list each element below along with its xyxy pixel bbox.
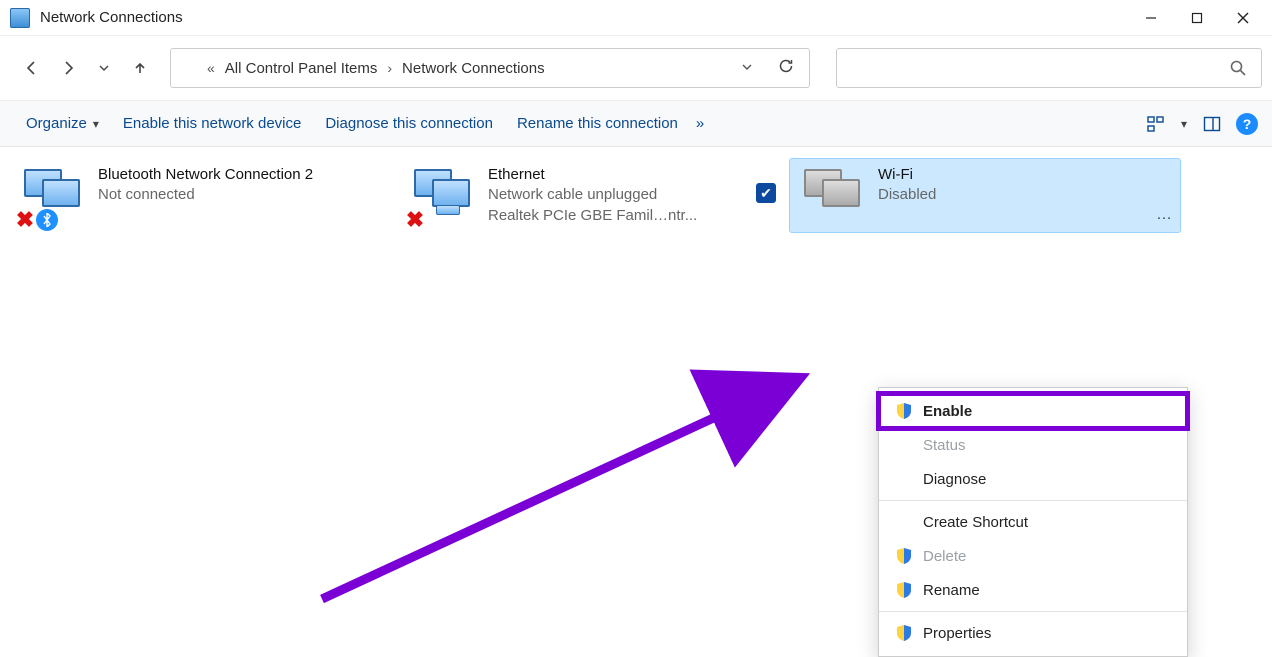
breadcrumb-seg-2[interactable]: Network Connections <box>402 60 545 77</box>
connection-tile-ethernet[interactable]: ✖ Ethernet Network cable unplugged Realt… <box>400 159 760 232</box>
tile-name: Ethernet <box>488 165 697 185</box>
ethernet-connection-icon: ✖ <box>408 165 478 225</box>
maximize-button[interactable] <box>1174 2 1220 34</box>
selection-check-icon[interactable]: ✔ <box>756 183 776 203</box>
cmd-overflow[interactable]: » <box>690 111 710 136</box>
address-bar[interactable]: « All Control Panel Items › Network Conn… <box>170 48 810 88</box>
wifi-connection-icon <box>798 165 868 225</box>
tile-overflow[interactable]: … <box>1156 206 1174 224</box>
tile-status: Disabled <box>878 185 936 205</box>
ctx-delete-label: Delete <box>923 548 966 565</box>
back-button[interactable] <box>16 52 48 84</box>
history-dropdown[interactable] <box>88 52 120 84</box>
cmd-enable-device[interactable]: Enable this network device <box>111 111 313 136</box>
connection-tile-bluetooth[interactable]: ✖ Bluetooth Network Connection 2 Not con… <box>10 159 370 232</box>
tile-status: Network cable unplugged <box>488 185 697 205</box>
connection-tile-wifi[interactable]: ✔ Wi-Fi Disabled … <box>790 159 1180 232</box>
ctx-create-shortcut[interactable]: Create Shortcut <box>879 505 1187 539</box>
cmd-diagnose[interactable]: Diagnose this connection <box>313 111 505 136</box>
error-x-icon: ✖ <box>404 209 426 231</box>
organize-menu[interactable]: Organize ▾ <box>14 111 111 136</box>
content-area: ✖ Bluetooth Network Connection 2 Not con… <box>0 147 1272 528</box>
ctx-diagnose-label: Diagnose <box>923 471 986 488</box>
tile-name: Bluetooth Network Connection 2 <box>98 165 313 185</box>
organize-label: Organize <box>26 115 87 132</box>
forward-button[interactable] <box>52 52 84 84</box>
caret-down-icon: ▾ <box>93 117 99 131</box>
bluetooth-badge-icon <box>36 209 58 231</box>
ctx-diagnose[interactable]: Diagnose <box>879 462 1187 496</box>
address-dropdown[interactable] <box>731 60 763 77</box>
app-icon <box>10 8 30 28</box>
shield-icon <box>895 624 913 642</box>
view-options-button[interactable] <box>1142 110 1170 138</box>
breadcrumb-seg-1[interactable]: All Control Panel Items <box>225 60 378 77</box>
search-icon <box>1229 59 1247 77</box>
up-button[interactable] <box>124 52 156 84</box>
preview-pane-button[interactable] <box>1198 110 1226 138</box>
tile-text: Wi-Fi Disabled <box>878 165 936 226</box>
ctx-status: Status <box>879 428 1187 462</box>
tile-name: Wi-Fi <box>878 165 936 185</box>
cmd-rename[interactable]: Rename this connection <box>505 111 690 136</box>
shield-icon <box>895 547 913 565</box>
shield-icon <box>895 402 913 420</box>
ctx-shortcut-label: Create Shortcut <box>923 514 1028 531</box>
shield-icon <box>895 581 913 599</box>
location-icon <box>179 61 197 75</box>
help-button[interactable]: ? <box>1236 113 1258 135</box>
tile-adapter: Realtek PCIe GBE Famil…ntr... <box>488 206 697 226</box>
refresh-button[interactable] <box>771 57 801 79</box>
minimize-button[interactable] <box>1128 2 1174 34</box>
ctx-rename-label: Rename <box>923 582 980 599</box>
separator <box>879 500 1187 501</box>
ctx-rename[interactable]: Rename <box>879 573 1187 607</box>
ctx-properties[interactable]: Properties <box>879 616 1187 650</box>
tile-text: Bluetooth Network Connection 2 Not conne… <box>98 165 313 226</box>
ctx-properties-label: Properties <box>923 625 991 642</box>
search-box[interactable] <box>836 48 1262 88</box>
bluetooth-connection-icon: ✖ <box>18 165 88 225</box>
tile-text: Ethernet Network cable unplugged Realtek… <box>488 165 697 226</box>
chevron-right-icon: › <box>385 60 394 76</box>
annotation-arrow <box>292 359 842 619</box>
window-title: Network Connections <box>40 9 1128 26</box>
ctx-delete: Delete <box>879 539 1187 573</box>
view-options-dropdown[interactable]: ▾ <box>1170 110 1198 138</box>
error-x-icon: ✖ <box>14 209 36 231</box>
ctx-enable[interactable]: Enable <box>879 394 1187 428</box>
tile-status: Not connected <box>98 185 313 205</box>
title-bar: Network Connections <box>0 0 1272 36</box>
close-button[interactable] <box>1220 2 1266 34</box>
context-menu: Enable Status Diagnose Create Shortcut D… <box>878 387 1188 657</box>
breadcrumb-overflow[interactable]: « <box>205 60 217 76</box>
separator <box>879 611 1187 612</box>
command-bar: Organize ▾ Enable this network device Di… <box>0 101 1272 147</box>
nav-row: « All Control Panel Items › Network Conn… <box>0 36 1272 101</box>
ctx-status-label: Status <box>923 437 966 454</box>
ctx-enable-label: Enable <box>923 403 972 420</box>
